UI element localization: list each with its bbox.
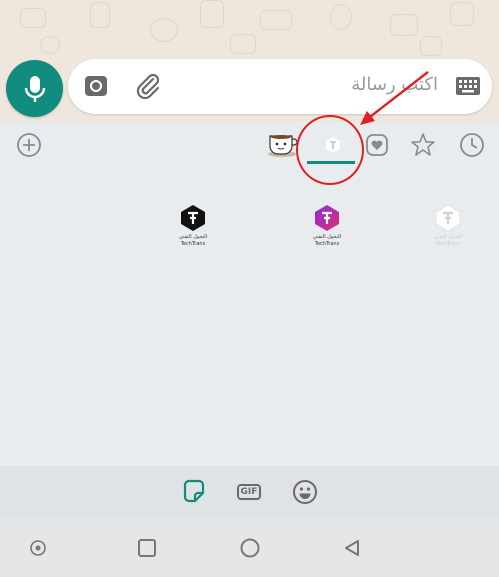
clock-icon [460,133,484,157]
keyboard-button[interactable] [456,76,480,96]
media-type-bar: GIF [0,466,499,518]
camera-button[interactable] [82,72,110,100]
sticker-tab-button[interactable] [180,478,208,506]
heart-icon [366,134,388,156]
voice-message-button[interactable] [6,60,63,117]
doodle [450,2,474,26]
star-icon [411,133,435,156]
back-triangle-icon [345,540,359,556]
doodle [150,18,178,42]
nav-home-button[interactable] [239,537,261,559]
system-navigation-bar [0,518,499,577]
doodle [20,8,46,28]
mic-icon [24,75,45,102]
sticker-caption-arabic: التحول التقني [433,234,463,240]
sticker-caption-arabic: التحول التقني [178,234,208,240]
tab-favorites-heart[interactable] [362,130,392,160]
sticker-caption-arabic: التحول التقني [312,234,342,240]
annotation-arrow [360,71,429,125]
attach-button[interactable] [132,70,164,102]
sticker-caption-english: TechTrans [180,241,206,247]
paperclip-icon [136,73,160,100]
doodle [40,36,60,54]
sticker-caption-english: TechTrans [314,241,340,247]
emoji-icon [293,480,317,504]
emoji-tab-button[interactable] [291,478,319,506]
sticker-grid: التحول التقني TechTrans التحول التقني Te… [0,170,499,466]
square-icon [138,539,156,557]
sticker-techtrans-white[interactable]: التحول التقني TechTrans [413,203,483,273]
nav-recents-button[interactable] [136,537,158,559]
doodle [90,2,110,28]
tab-recent-stickers[interactable] [457,130,487,160]
doodle [330,4,352,30]
doodle [230,34,256,54]
doodle [390,14,418,36]
tab-sticker-pack-coffee[interactable] [266,128,298,160]
camera-icon [85,76,107,96]
gif-icon: GIF [236,484,262,500]
sticker-techtrans-black[interactable]: التحول التقني TechTrans [158,203,228,273]
techtrans-logo-icon [315,205,339,231]
techtrans-logo-icon [181,205,205,231]
techtrans-logo-icon [435,204,461,232]
sticker-icon [183,479,205,503]
dot-circle-icon [30,540,46,556]
nav-extra-button[interactable] [27,537,49,559]
nav-back-button[interactable] [341,537,363,559]
coffee-cup-sticker-icon [268,135,298,157]
tab-starred-stickers[interactable] [408,130,438,160]
doodle [200,0,224,28]
sticker-techtrans-gradient[interactable]: التحول التقني TechTrans [292,203,362,273]
doodle [260,10,292,30]
circle-icon [240,538,260,558]
add-sticker-pack-button[interactable] [14,130,44,160]
plus-circle-icon [17,133,41,157]
keyboard-icon [456,77,480,95]
doodle [420,36,442,56]
gif-tab-button[interactable]: GIF [235,478,263,506]
sticker-pack-tabs [0,122,499,170]
sticker-caption-english: TechTrans [435,241,461,247]
